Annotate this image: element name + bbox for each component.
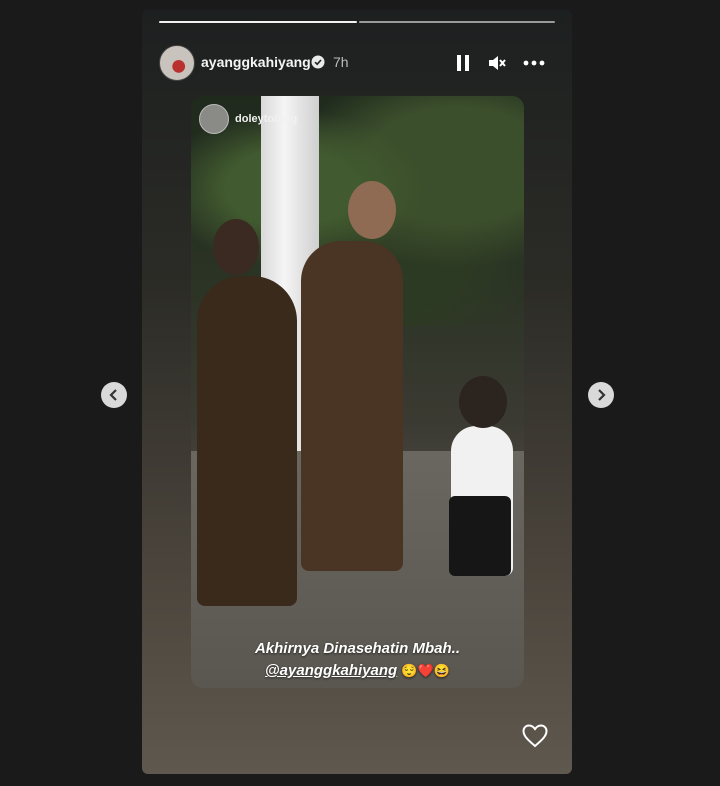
next-story-button[interactable] — [588, 382, 614, 408]
photo-woman-head — [213, 219, 259, 275]
photo-boy-head — [459, 376, 507, 428]
story-progress-bar-2 — [359, 21, 555, 23]
photo-man-head — [348, 181, 396, 239]
caption-line-1: Akhirnya Dinasehatin Mbah.. — [254, 640, 461, 657]
story-username[interactable]: ayanggkahiyang — [201, 54, 311, 70]
more-horizontal-icon[interactable] — [523, 52, 545, 74]
story-photo[interactable] — [191, 96, 524, 688]
chevron-right-icon — [598, 389, 606, 401]
photo-woman — [197, 276, 297, 606]
photo-boy-shorts — [449, 496, 511, 576]
story-progress-bar-1 — [159, 21, 357, 23]
verified-icon — [311, 55, 325, 69]
caption-emojis: 😌❤️😆 — [401, 663, 450, 678]
caption-line-2: @ayanggkahiyang 😌❤️😆 — [191, 662, 524, 679]
story-timestamp: 7h — [333, 54, 349, 70]
credit-username[interactable]: doleytobing — [235, 113, 297, 125]
avatar[interactable] — [159, 45, 195, 81]
previous-story-button[interactable] — [101, 382, 127, 408]
speaker-muted-icon[interactable] — [486, 52, 508, 74]
credit-avatar[interactable] — [199, 104, 229, 134]
chevron-left-icon — [109, 389, 117, 401]
heart-icon[interactable] — [522, 724, 548, 748]
photo-man — [301, 241, 403, 571]
pause-icon[interactable] — [452, 52, 474, 74]
caption-mention[interactable]: @ayanggkahiyang — [265, 662, 397, 679]
